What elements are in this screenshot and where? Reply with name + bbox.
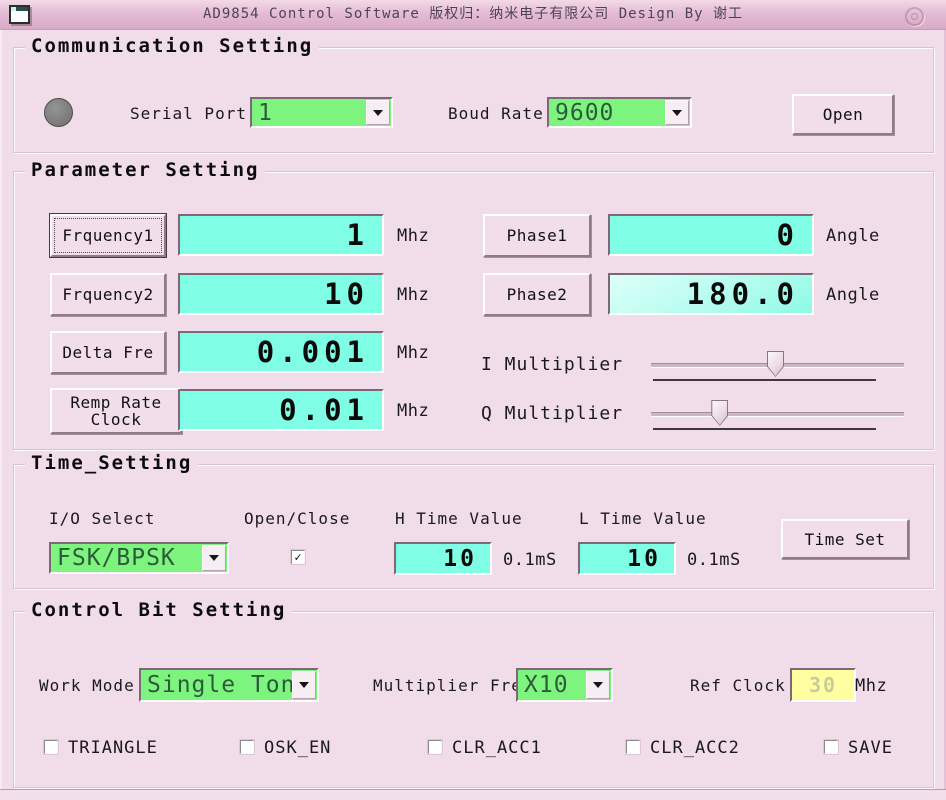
target-circle-icon xyxy=(905,7,924,26)
i-multiplier-slider-thumb[interactable] xyxy=(766,351,784,377)
phase2-button[interactable]: Phase2 xyxy=(483,273,591,316)
clr-acc1-checkbox-label: CLR_ACC1 xyxy=(452,738,542,758)
window-bottom-edge xyxy=(0,789,946,800)
triangle-checkbox-label: TRIANGLE xyxy=(68,738,158,758)
time-setting-group: Time_Setting I/O Select FSK/BPSK Open/Cl… xyxy=(13,452,934,589)
remp-rate-clock-button[interactable]: Remp Rate Clock xyxy=(50,388,182,434)
work-mode-dropdown-button[interactable] xyxy=(292,671,316,699)
chevron-down-icon xyxy=(299,682,309,688)
frequency2-unit: Mhz xyxy=(397,285,430,305)
title-bar: AD9854 Control Software 版权归：纳米电子有限公司 Des… xyxy=(0,0,946,30)
parameter-setting-label: Parameter Setting xyxy=(25,159,266,181)
parameter-setting-group: Parameter Setting Frquency1 1 Mhz Frquen… xyxy=(13,159,934,450)
h-time-value-field[interactable]: 10 xyxy=(394,542,492,575)
communication-setting-group: Communication Setting Serial Port 1 Boud… xyxy=(13,35,934,153)
clr-acc1-checkbox[interactable] xyxy=(428,740,442,754)
serial-port-value: 1 xyxy=(258,99,273,126)
clr-acc2-checkbox[interactable] xyxy=(626,740,640,754)
ref-clock-value-field: 30 xyxy=(790,668,856,702)
remp-rate-clock-value-field[interactable]: 0.01 xyxy=(178,389,384,431)
io-select-label: I/O Select xyxy=(49,509,156,528)
chevron-down-icon xyxy=(593,682,603,688)
frequency2-value-field[interactable]: 10 xyxy=(178,273,384,315)
q-multiplier-label: Q Multiplier xyxy=(481,403,624,424)
save-checkbox-label: SAVE xyxy=(848,738,893,758)
frequency1-value-field[interactable]: 1 xyxy=(178,214,384,256)
chevron-down-icon xyxy=(373,109,383,116)
open-close-label: Open/Close xyxy=(244,509,351,528)
baud-rate-value: 9600 xyxy=(555,99,615,126)
chevron-down-icon xyxy=(672,109,682,116)
open-close-checkbox[interactable]: ✓ xyxy=(291,550,305,564)
multiplier-fre-label: Multiplier Fre xyxy=(373,676,522,695)
work-mode-combo[interactable]: Single Tone xyxy=(139,668,319,702)
slider-track xyxy=(651,412,904,417)
delta-fre-unit: Mhz xyxy=(397,343,430,363)
h-time-label: H Time Value xyxy=(395,509,523,528)
phase1-unit: Angle xyxy=(826,226,880,246)
control-bit-setting-label: Control Bit Setting xyxy=(25,599,293,621)
l-time-unit: 0.1mS xyxy=(687,550,741,570)
slider-underline xyxy=(653,379,876,381)
q-multiplier-slider[interactable] xyxy=(651,397,904,435)
window-title: AD9854 Control Software 版权归：纳米电子有限公司 Des… xyxy=(202,6,743,22)
control-bit-setting-group: Control Bit Setting Work Mode Single Ton… xyxy=(13,599,934,788)
open-button[interactable]: Open xyxy=(792,94,894,135)
communication-setting-label: Communication Setting xyxy=(25,35,320,57)
serial-port-combo[interactable]: 1 xyxy=(250,97,393,128)
l-time-value-field[interactable]: 10 xyxy=(578,542,676,575)
frequency1-unit: Mhz xyxy=(397,226,430,246)
multiplier-fre-combo[interactable]: X10 xyxy=(516,668,613,702)
phase1-value-field[interactable]: 0 xyxy=(608,214,814,256)
delta-fre-button[interactable]: Delta Fre xyxy=(50,331,166,374)
serial-port-label: Serial Port xyxy=(130,104,247,123)
baud-rate-dropdown-button[interactable] xyxy=(665,100,689,125)
ref-clock-unit: Mhz xyxy=(855,676,888,696)
remp-rate-clock-unit: Mhz xyxy=(397,401,430,421)
work-mode-label: Work Mode xyxy=(39,676,135,695)
i-multiplier-label: I Multiplier xyxy=(481,354,624,375)
time-setting-label: Time_Setting xyxy=(25,452,199,474)
connection-status-led xyxy=(44,98,73,127)
l-time-label: L Time Value xyxy=(579,509,707,528)
ref-clock-label: Ref Clock xyxy=(690,676,786,695)
time-set-button[interactable]: Time Set xyxy=(781,519,909,559)
io-select-value: FSK/BPSK xyxy=(57,545,176,571)
io-select-combo[interactable]: FSK/BPSK xyxy=(49,542,229,574)
phase2-value-field[interactable]: 180.0 xyxy=(608,273,814,315)
q-multiplier-slider-thumb[interactable] xyxy=(711,400,729,426)
triangle-checkbox[interactable] xyxy=(44,740,58,754)
multiplier-fre-value: X10 xyxy=(524,672,569,698)
work-mode-value: Single Tone xyxy=(147,672,311,698)
delta-fre-value-field[interactable]: 0.001 xyxy=(178,331,384,373)
osk-en-checkbox[interactable] xyxy=(240,740,254,754)
slider-underline xyxy=(653,428,876,430)
frequency1-button[interactable]: Frquency1 xyxy=(50,214,166,257)
chevron-down-icon xyxy=(209,555,219,561)
osk-en-checkbox-label: OSK_EN xyxy=(264,738,332,758)
baud-rate-combo[interactable]: 9600 xyxy=(547,97,692,128)
h-time-unit: 0.1mS xyxy=(503,550,557,570)
io-select-dropdown-button[interactable] xyxy=(202,545,226,571)
baud-rate-label: Boud Rate xyxy=(448,104,544,123)
phase1-button[interactable]: Phase1 xyxy=(483,214,591,257)
phase2-unit: Angle xyxy=(826,285,880,305)
save-checkbox[interactable] xyxy=(824,740,838,754)
i-multiplier-slider[interactable] xyxy=(651,348,904,386)
clr-acc2-checkbox-label: CLR_ACC2 xyxy=(650,738,740,758)
frequency2-button[interactable]: Frquency2 xyxy=(50,273,166,316)
multiplier-fre-dropdown-button[interactable] xyxy=(586,671,610,699)
serial-port-dropdown-button[interactable] xyxy=(366,100,390,125)
